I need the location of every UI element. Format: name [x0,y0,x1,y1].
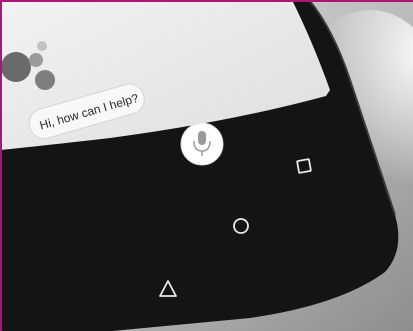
mic-button[interactable] [180,122,224,166]
assistant-dot-large [1,52,31,82]
phone-photo: Hi, how can I help? [0,0,413,331]
assistant-dot-small [37,41,47,51]
accent-border-left [0,0,2,331]
accent-border-top [0,0,413,2]
photo-frame: Hi, how can I help? [0,0,413,331]
assistant-dot-dark [35,70,55,90]
assistant-dot-mid [29,53,43,67]
